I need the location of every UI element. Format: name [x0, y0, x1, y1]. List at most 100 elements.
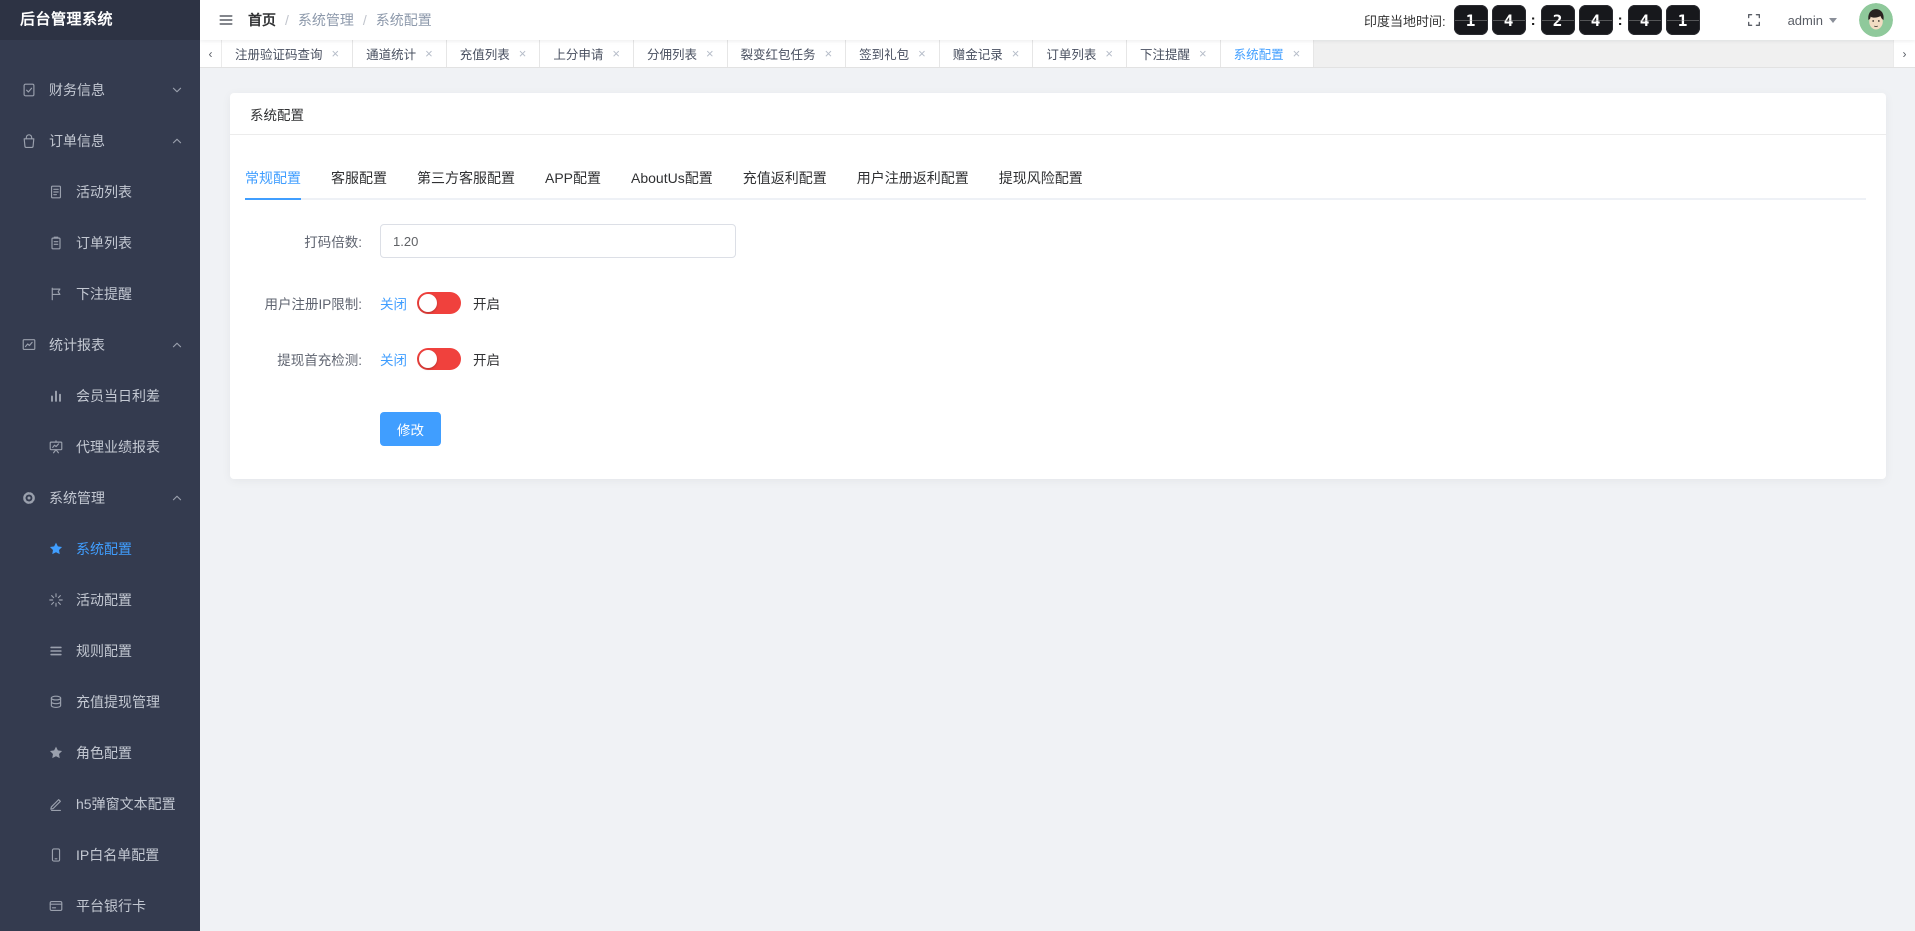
sidebar-item-rule-config[interactable]: 规则配置	[0, 625, 200, 676]
tab-label: 订单列表	[1046, 48, 1097, 62]
sidebar-item-activity-config[interactable]: 活动配置	[0, 574, 200, 625]
tags-prev-arrow[interactable]: ‹	[200, 40, 222, 67]
settings-tab-2[interactable]: 第三方客服配置	[417, 165, 515, 200]
sidebar-item-ip-whitelist[interactable]: IP白名单配置	[0, 829, 200, 880]
close-icon[interactable]: ×	[1293, 47, 1301, 60]
sidebar-item-label: 代理业绩报表	[76, 438, 160, 455]
breadcrumb-home[interactable]: 首页	[248, 10, 276, 30]
settings-card: 系统配置 常规配置 客服配置 第三方客服配置 APP配置 AboutUs配置 充值返利配置…	[230, 93, 1886, 479]
sidebar-item-label: 活动列表	[76, 183, 132, 200]
sidebar-item-system-config[interactable]: 系统配置	[0, 523, 200, 574]
member-daily-margin-icon	[48, 388, 64, 404]
close-icon[interactable]: ×	[706, 47, 714, 60]
sidebar-item-recharge-withdraw[interactable]: 充值提现管理	[0, 676, 200, 727]
sidebar-item-label: 财务信息	[49, 81, 105, 98]
caret-down-icon	[1829, 17, 1837, 23]
topbar-right: 印度当地时间: 14:24:41 admin	[1364, 3, 1915, 37]
stats-report-icon	[21, 337, 37, 353]
modify-button[interactable]: 修改	[380, 412, 441, 446]
card-title: 系统配置	[230, 93, 1886, 135]
sidebar-item-h5-popup-text[interactable]: h5弹窗文本配置	[0, 778, 200, 829]
betting-multiple-input[interactable]	[380, 224, 736, 258]
sidebar-item-label: 订单信息	[49, 132, 105, 149]
register-ip-limit-toggle[interactable]	[417, 292, 461, 314]
close-icon[interactable]: ×	[332, 47, 340, 60]
tags-view-tab-7[interactable]: 赠金记录 ×	[939, 40, 1034, 67]
tags-view-tab-1[interactable]: 通道统计 ×	[353, 40, 447, 67]
user-dropdown[interactable]: admin	[1788, 13, 1837, 28]
sidebar-item-stats-report[interactable]: 统计报表	[0, 319, 200, 370]
clock-separator: :	[1530, 11, 1536, 29]
breadcrumb: 首页 / 系统管理 / 系统配置	[248, 10, 432, 30]
sidebar-item-finance[interactable]: 财务信息	[0, 64, 200, 115]
settings-tab-0[interactable]: 常规配置	[245, 165, 301, 200]
sidebar-item-role-config[interactable]: 角色配置	[0, 727, 200, 778]
breadcrumb-system-management[interactable]: 系统管理	[298, 10, 354, 30]
tags-view-tab-9[interactable]: 下注提醒 ×	[1126, 40, 1221, 67]
clock-digit: 4	[1578, 5, 1613, 35]
tags-next-arrow[interactable]: ›	[1893, 40, 1915, 67]
tab-label: 上分申请	[553, 48, 604, 62]
platform-bankcard-icon	[48, 898, 64, 914]
settings-tab-3[interactable]: APP配置	[545, 165, 601, 200]
tags-view-tab-5[interactable]: 裂变红包任务 ×	[727, 40, 847, 67]
tags-view-tab-10[interactable]: 系统配置 ×	[1220, 40, 1315, 67]
sidebar-item-activity-list[interactable]: 活动列表	[0, 166, 200, 217]
tags-view-tab-6[interactable]: 签到礼包 ×	[846, 40, 940, 67]
tags-view-tab-3[interactable]: 上分申请 ×	[540, 40, 634, 67]
register-ip-limit-label: 用户注册IP限制:	[264, 297, 362, 312]
form-row-withdraw-first-charge-check: 提现首充检测: 关闭 开启	[230, 348, 1886, 370]
sidebar-item-label: 统计报表	[49, 336, 105, 353]
tags-view-tab-8[interactable]: 订单列表 ×	[1033, 40, 1127, 67]
toggle-knob	[419, 294, 437, 312]
tab-label: 分佣列表	[646, 48, 697, 62]
sidebar-item-label: 角色配置	[76, 744, 132, 761]
clock-digit: 1	[1453, 5, 1488, 35]
tab-label: 注册验证码查询	[235, 48, 323, 62]
settings-tab-4[interactable]: AboutUs配置	[631, 165, 713, 200]
tags-view-tab-2[interactable]: 充值列表 ×	[446, 40, 541, 67]
sidebar-item-system-management[interactable]: 系统管理	[0, 472, 200, 523]
tags-filler	[1314, 40, 1893, 67]
tags-view-tab-4[interactable]: 分佣列表 ×	[633, 40, 728, 67]
close-icon[interactable]: ×	[519, 47, 527, 60]
system-management-icon	[21, 490, 37, 506]
tags-view-tab-0[interactable]: 注册验证码查询 ×	[222, 40, 354, 67]
settings-tab-7[interactable]: 提现风险配置	[999, 165, 1083, 200]
sidebar-item-platform-bankcard[interactable]: 平台银行卡	[0, 880, 200, 931]
sidebar-item-order-info[interactable]: 订单信息	[0, 115, 200, 166]
order-list-icon	[48, 235, 64, 251]
close-icon[interactable]: ×	[918, 47, 926, 60]
sidebar-item-bet-reminder[interactable]: 下注提醒	[0, 268, 200, 319]
form-row-register-ip-limit: 用户注册IP限制: 关闭 开启	[230, 292, 1886, 314]
username: admin	[1787, 12, 1823, 28]
activity-config-icon	[48, 592, 64, 608]
sidebar-item-label: 下注提醒	[76, 285, 132, 302]
recharge-withdraw-icon	[48, 694, 64, 710]
settings-tab-1[interactable]: 客服配置	[331, 165, 387, 200]
close-icon[interactable]: ×	[825, 47, 833, 60]
betting-multiple-label: 打码倍数:	[304, 235, 362, 250]
withdraw-first-charge-toggle[interactable]	[417, 348, 461, 370]
close-icon[interactable]: ×	[1105, 47, 1113, 60]
sidebar-item-label: 活动配置	[76, 591, 132, 608]
close-icon[interactable]: ×	[1012, 47, 1020, 60]
topbar: 首页 / 系统管理 / 系统配置 印度当地时间: 14:24:41 admin	[200, 0, 1915, 40]
hamburger-icon[interactable]	[218, 12, 234, 28]
breadcrumb-separator: /	[285, 12, 289, 28]
sidebar-item-label: IP白名单配置	[76, 846, 160, 863]
app-logo: 后台管理系统	[0, 0, 200, 40]
close-icon[interactable]: ×	[1199, 47, 1207, 60]
close-icon[interactable]: ×	[425, 47, 433, 60]
close-icon[interactable]: ×	[612, 47, 620, 60]
avatar[interactable]	[1859, 3, 1893, 37]
sidebar-item-order-list[interactable]: 订单列表	[0, 217, 200, 268]
sidebar-item-agent-performance[interactable]: 代理业绩报表	[0, 421, 200, 472]
settings-tab-6[interactable]: 用户注册返利配置	[857, 165, 969, 200]
settings-tab-5[interactable]: 充值返利配置	[743, 165, 827, 200]
rule-config-icon	[48, 643, 64, 659]
sidebar-item-member-daily-margin[interactable]: 会员当日利差	[0, 370, 200, 421]
fullscreen-icon[interactable]	[1746, 12, 1762, 28]
h5-popup-text-icon	[48, 796, 64, 812]
sidebar-item-label: 会员当日利差	[76, 387, 160, 404]
